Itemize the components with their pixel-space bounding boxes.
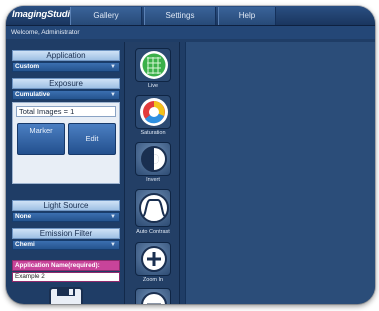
marker-button[interactable]: Marker: [17, 123, 65, 155]
saturation-tool[interactable]: Saturation: [125, 95, 181, 139]
chevron-down-icon: ▼: [110, 92, 116, 98]
zoom-in-tool[interactable]: Zoom In: [125, 242, 181, 286]
exposure-heading: Exposure: [12, 78, 120, 89]
tool-strip: Live Saturation Invert Auto Contrast Zoo…: [124, 42, 180, 304]
zoom-out-tool[interactable]: [125, 288, 181, 304]
chevron-down-icon: ▼: [110, 64, 116, 70]
zoom-in-icon: [141, 246, 167, 272]
grid-icon-box: [135, 48, 171, 82]
invert-icon-box: [135, 142, 171, 176]
light-source-select-value: None: [15, 213, 32, 220]
application-name-input[interactable]: Example 2: [12, 272, 120, 282]
floppy-disk-icon: [49, 287, 83, 304]
edit-button[interactable]: Edit: [68, 123, 116, 155]
auto-contrast-tool[interactable]: Auto Contrast: [125, 189, 181, 239]
chevron-down-icon: ▼: [110, 242, 116, 248]
exposure-select-value: Cumulative: [15, 91, 51, 98]
tool-label-live: Live: [147, 83, 159, 89]
tab-gallery[interactable]: Gallery: [70, 7, 142, 25]
top-navigation-bar: ImagingStudio Gallery Settings Help: [6, 6, 375, 26]
left-control-panel: Application Custom ▼ Exposure Cumulative…: [12, 42, 120, 304]
emission-filter-select[interactable]: Chemi ▼: [12, 240, 120, 250]
live-tool[interactable]: Live: [125, 48, 181, 92]
application-heading: Application: [12, 50, 120, 61]
light-source-select[interactable]: None ▼: [12, 212, 120, 222]
welcome-message: Welcome, Administrator: [6, 26, 375, 39]
exposure-select[interactable]: Cumulative ▼: [12, 90, 120, 100]
tool-label-zoom-in: Zoom In: [142, 277, 164, 283]
application-select-value: Custom: [15, 63, 40, 70]
app-window: ImagingStudio Gallery Settings Help Welc…: [6, 6, 375, 304]
zoom-out-icon: [141, 292, 167, 304]
save-button[interactable]: [44, 287, 88, 304]
tool-label-saturation: Saturation: [140, 130, 166, 136]
tool-label-auto-contrast: Auto Contrast: [136, 229, 170, 235]
invert-icon: [141, 146, 167, 172]
total-images-label: Total Images = 1: [16, 106, 116, 117]
exposure-options-box: Total Images = 1 Marker Edit: [12, 102, 120, 184]
emission-filter-heading: Emission Filter: [12, 228, 120, 239]
zoom-out-icon-box: [135, 288, 171, 304]
light-source-heading: Light Source: [12, 200, 120, 211]
zoom-in-icon-box: [135, 242, 171, 276]
contrast-icon-box: [135, 189, 171, 227]
grid-icon: [140, 51, 168, 79]
application-name-label: Application Name(required):: [12, 260, 120, 271]
saturation-icon-box: [135, 95, 171, 129]
app-brand: ImagingStudio: [12, 9, 76, 20]
chevron-down-icon: ▼: [110, 214, 116, 220]
image-canvas[interactable]: [185, 42, 375, 304]
emission-filter-select-value: Chemi: [15, 241, 35, 248]
saturation-icon: [140, 98, 168, 126]
tool-label-invert: Invert: [146, 177, 160, 183]
tab-settings[interactable]: Settings: [144, 7, 216, 25]
tab-help[interactable]: Help: [218, 7, 276, 25]
contrast-icon: [139, 193, 169, 223]
invert-tool[interactable]: Invert: [125, 142, 181, 186]
application-select[interactable]: Custom ▼: [12, 62, 120, 72]
